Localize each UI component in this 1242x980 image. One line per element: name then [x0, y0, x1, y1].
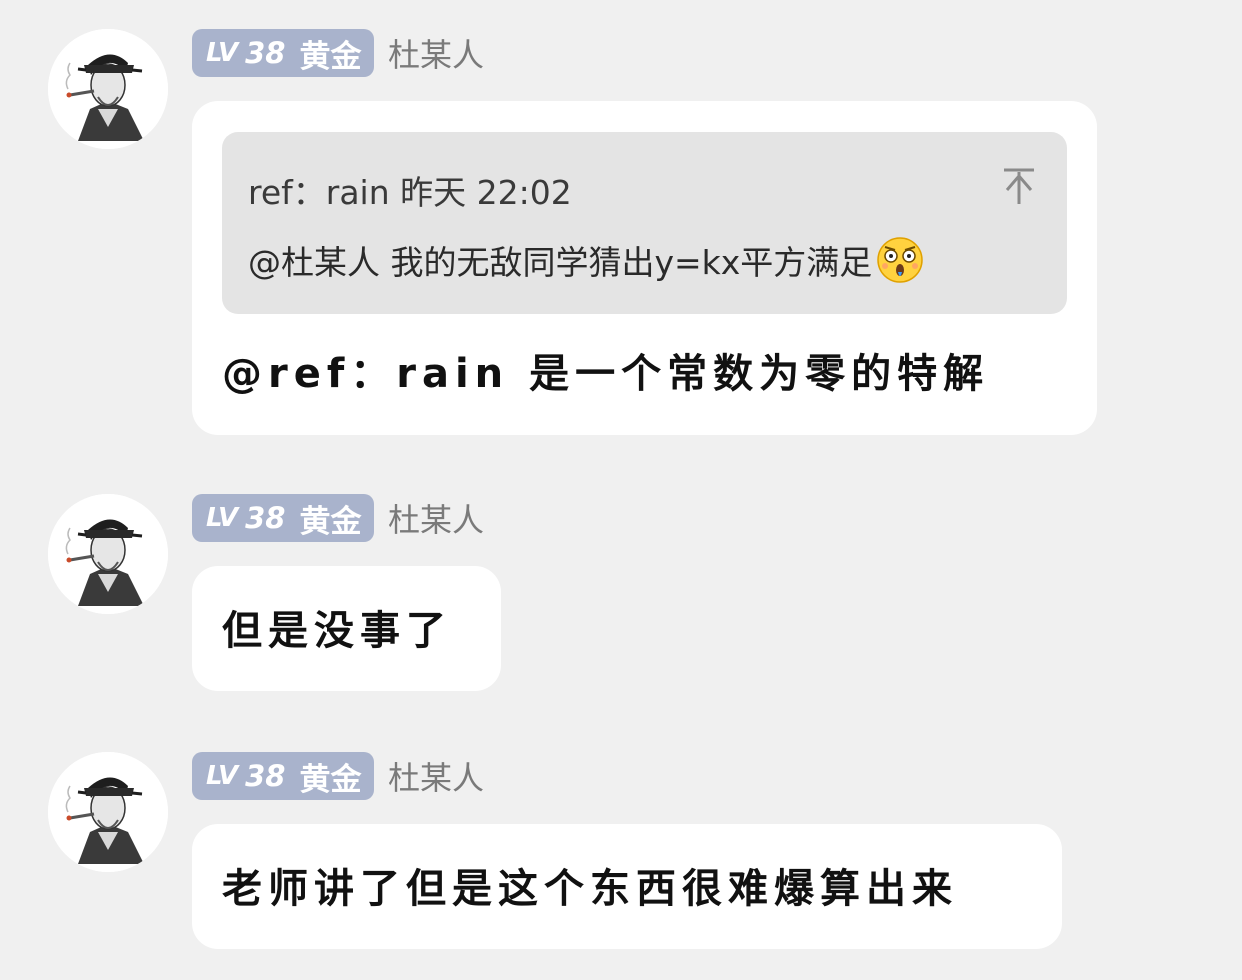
username[interactable]: 杜某人 [388, 753, 484, 799]
level-badge: LV 38 黄金 [192, 494, 374, 542]
avatar-portrait-icon [48, 29, 168, 149]
message-bubble[interactable]: ref：rain 昨天 22:02 @杜某人 我的无敌同学猜出y=kx平方满足 [192, 101, 1097, 435]
message-bubble[interactable]: 但是没事了 [192, 566, 501, 691]
message-meta: LV 38 黄金 杜某人 [192, 494, 484, 542]
shocked-face-emoji-icon [877, 237, 924, 283]
avatar[interactable] [48, 752, 168, 872]
message-meta: LV 38 黄金 杜某人 [192, 752, 484, 800]
level-tier: 黄金 [299, 761, 362, 798]
level-number: 38 [245, 36, 286, 70]
avatar-portrait-icon [48, 494, 168, 614]
quote-body-text: @杜某人 我的无敌同学猜出y=kx平方满足 [248, 243, 873, 282]
username[interactable]: 杜某人 [388, 495, 484, 541]
message-text: 但是没事了 [222, 608, 452, 654]
level-badge: LV 38 黄金 [192, 29, 374, 77]
message-meta: LV 38 黄金 杜某人 [192, 29, 484, 77]
avatar-portrait-icon [48, 752, 168, 872]
level-tier: 黄金 [299, 38, 362, 75]
level-prefix: LV [206, 503, 238, 533]
avatar[interactable] [48, 494, 168, 614]
jump-to-top-icon[interactable] [1001, 166, 1037, 206]
level-tier: 黄金 [299, 503, 362, 540]
avatar[interactable] [48, 29, 168, 149]
username[interactable]: 杜某人 [388, 30, 484, 76]
level-prefix: LV [206, 761, 238, 791]
message-text: @ref：rain 是一个常数为零的特解 [222, 351, 990, 397]
quote-body: @杜某人 我的无敌同学猜出y=kx平方满足 [248, 236, 924, 284]
quoted-message[interactable]: ref：rain 昨天 22:02 @杜某人 我的无敌同学猜出y=kx平方满足 [222, 132, 1067, 314]
level-number: 38 [245, 501, 286, 535]
quote-header: ref：rain 昨天 22:02 [248, 173, 572, 212]
level-number: 38 [245, 759, 286, 793]
message-text: 老师讲了但是这个东西很难爆算出来 [222, 866, 958, 912]
level-badge: LV 38 黄金 [192, 752, 374, 800]
message-bubble[interactable]: 老师讲了但是这个东西很难爆算出来 [192, 824, 1062, 949]
level-prefix: LV [206, 38, 238, 68]
